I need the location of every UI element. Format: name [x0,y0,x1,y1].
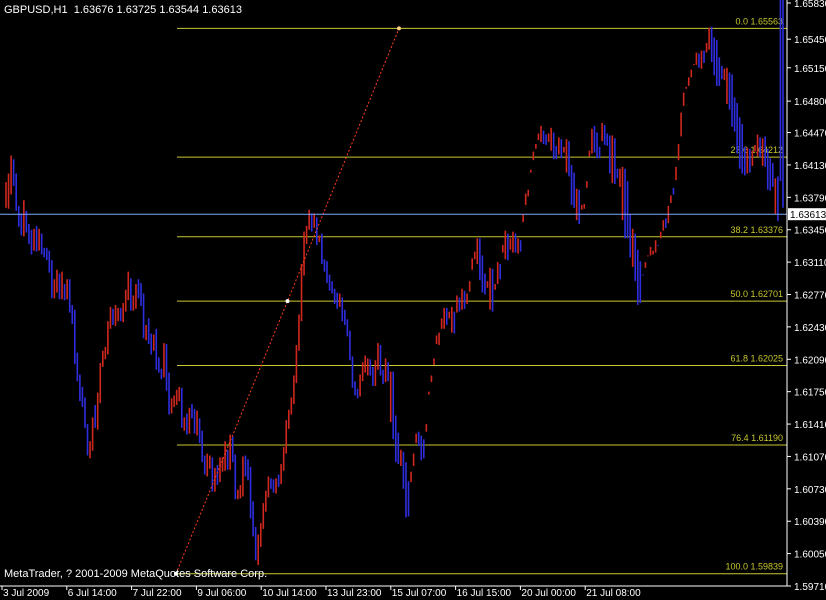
fib-level-label: 61.8 1.62025 [730,353,783,363]
price-tick-label: 1.63450 [794,226,826,237]
fib-level-label: 0.0 1.65563 [735,16,783,26]
price-tick-label: 1.60730 [794,485,826,496]
price-tick-label: 1.61410 [794,420,826,431]
price-tick-label: 1.61070 [794,452,826,463]
time-tick-label: 15 Jul 07:00 [392,588,447,599]
time-tick-label: 6 Jul 14:00 [68,588,117,599]
price-tick-label: 1.62770 [794,291,826,302]
current-price-label: 1.63613 [790,210,826,221]
open-value: 1.63676 [73,4,114,16]
time-tick-label: 7 Jul 22:00 [133,588,182,599]
trend-anchor-end [397,26,401,31]
price-tick-label: 1.65450 [794,35,826,46]
high-value: 1.63725 [116,4,157,16]
price-tick-label: 1.65830 [794,0,826,10]
time-tick-label: 21 Jul 08:00 [586,588,641,599]
time-tick-label: 20 Jul 00:00 [521,588,576,599]
price-tick-label: 1.63790 [794,193,826,204]
fib-level-label: 76.4 1.61190 [731,433,783,443]
price-tick-label: 1.64800 [794,97,826,108]
fib-level-label: 100.0 1.59839 [725,562,783,572]
price-tick-label: 1.63110 [794,258,826,269]
chart-background [0,0,826,600]
time-tick-label: 3 Jul 2009 [3,588,50,599]
copyright-text: MetaTrader, ? 2001-2009 MetaQuotes Softw… [4,568,268,580]
price-chart[interactable]: 0.0 1.65563 23.6 1.64212 38.2 1.63376 50.0 … [0,0,826,600]
fib-level-label: 50.0 1.62701 [730,289,783,299]
time-tick-label: 9 Jul 06:00 [197,588,246,599]
price-tick-label: 1.62090 [794,355,826,366]
fib-level-label: 38.2 1.63376 [730,225,783,235]
price-tick-label: 1.61750 [794,388,826,399]
price-tick-label: 1.59710 [794,582,826,593]
time-tick-label: 16 Jul 15:00 [457,588,512,599]
time-tick-label: 13 Jul 23:00 [327,588,382,599]
price-tick-label: 1.62430 [794,323,826,334]
price-tick-label: 1.65150 [794,64,826,75]
fib-level-label: 23.6 1.64212 [730,145,783,155]
trend-anchor-mid [285,299,290,304]
chart-header: GBPUSD,H1 1.63676 1.63725 1.63544 1.6361… [4,4,242,16]
close-value: 1.63613 [202,4,242,16]
low-value: 1.63544 [159,4,200,16]
price-tick-label: 1.64130 [794,161,826,172]
time-tick-label: 10 Jul 14:00 [262,588,317,599]
price-tick-label: 1.60050 [794,550,826,561]
price-tick-label: 1.60390 [794,517,826,528]
price-tick-label: 1.64470 [794,129,826,140]
symbol-label: GBPUSD,H1 [4,4,68,16]
